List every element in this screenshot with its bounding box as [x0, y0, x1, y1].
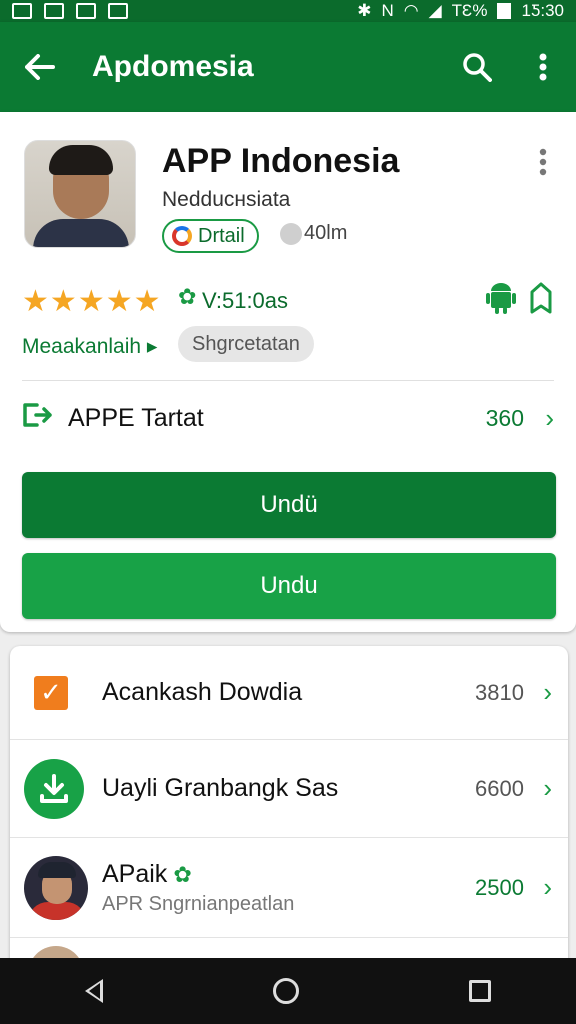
stat-value: 360: [485, 404, 524, 431]
list-item-title: APaik: [102, 859, 168, 888]
size-chip: 40lm: [280, 222, 347, 245]
nav-home-icon[interactable]: [273, 978, 299, 1004]
category-chip[interactable]: Shgrcetatan: [178, 326, 314, 362]
search-icon[interactable]: [444, 22, 510, 112]
more-vert-icon[interactable]: [510, 22, 576, 112]
download-button-secondary[interactable]: Undu: [22, 553, 556, 619]
notification-icon: [76, 3, 96, 19]
signal-icon: ◢: [428, 1, 442, 20]
download-button-primary[interactable]: Undü: [22, 472, 556, 538]
list-item-value: 3810: [475, 679, 524, 705]
app-detail-card: APP Indonesia Nedduснsiata Drtail 40lm ★…: [0, 112, 576, 632]
list-item-subtitle: APR Sngrnianpeatlan: [102, 892, 295, 915]
verified-badge-icon: ✿: [178, 284, 197, 309]
nfc-icon: N: [381, 1, 394, 20]
stat-label: APPE Tartat: [68, 403, 204, 432]
rating-stars: ★ ★ ★ ★ ★: [22, 284, 162, 319]
notification-icons: [12, 3, 128, 19]
size-label: 40lm: [304, 222, 348, 244]
avatar: [24, 855, 88, 920]
bluetooth-icon: ✱: [357, 1, 372, 20]
image-icon: [44, 3, 64, 19]
star-icon: ★: [105, 285, 134, 318]
checkbox-icon[interactable]: ✓: [34, 675, 68, 710]
install-icon: [22, 401, 68, 436]
chevron-right-icon: ›: [543, 677, 552, 707]
star-icon: ★: [77, 285, 106, 318]
more-link[interactable]: Meaakanlaih ▸: [22, 334, 157, 359]
clock: 1Ƽ:30: [521, 1, 564, 20]
verified-badge-icon: ✿: [173, 861, 192, 887]
star-icon: ★: [22, 285, 50, 318]
related-list: ✓ Acankash Dowdia 3810 › Uayli Granbangk…: [10, 646, 568, 966]
battery-icon: [497, 3, 512, 19]
nav-back-icon[interactable]: [85, 979, 103, 1003]
list-item[interactable]: ✓ Acankash Dowdia 3810 ›: [10, 646, 568, 740]
nav-recents-icon[interactable]: [469, 980, 491, 1002]
bookmark-icon[interactable]: [528, 282, 556, 314]
list-item-value: 2500: [475, 874, 524, 900]
wifi-icon: ◠: [403, 1, 419, 20]
status-bar: ✱ N ◠ ◢ TԐ% 1Ƽ:30: [0, 0, 576, 22]
arrow-back-icon[interactable]: [0, 22, 80, 112]
stat-row[interactable]: APPE Tartat 360 ›: [22, 392, 554, 444]
list-item-value: 6600: [475, 775, 524, 801]
detail-label: Drtail: [198, 224, 245, 247]
chevron-right-icon: ›: [543, 872, 552, 902]
list-item-title: Acankash Dowdia: [102, 678, 303, 706]
list-item[interactable]: APaik ✿ APR Sngrnianpeatlan 2500 ›: [10, 838, 568, 938]
developer-name[interactable]: Nedduснsiata: [162, 188, 290, 212]
download-icon: [24, 758, 84, 819]
gallery-icon: [108, 3, 128, 19]
star-icon: ★: [133, 285, 162, 318]
divider: [22, 380, 554, 381]
chevron-right-icon: ›: [543, 773, 552, 803]
chrome-icon: [172, 226, 192, 246]
app-bar: Apdomesia: [0, 22, 576, 112]
detail-badge[interactable]: Drtail: [162, 219, 259, 253]
android-icon[interactable]: [486, 282, 516, 314]
app-name: APP Indonesia: [162, 142, 400, 180]
chevron-right-icon: ▸: [141, 335, 158, 358]
chevron-right-icon: ›: [545, 402, 554, 433]
system-icons: ✱ N ◠ ◢ TԐ% 1Ƽ:30: [357, 1, 564, 21]
size-icon: [280, 222, 302, 245]
battery-percent: TԐ%: [451, 1, 488, 20]
mail-icon: [12, 3, 32, 19]
list-item-title: Uayli Granbangk Sas: [102, 774, 339, 802]
more-link-label: Meaakanlaih: [22, 335, 142, 358]
list-item[interactable]: Uayli Granbangk Sas 6600 ›: [10, 740, 568, 838]
rating-text: V:51:0as: [202, 288, 289, 313]
star-icon: ★: [49, 285, 78, 318]
system-nav-bar: [0, 958, 576, 1024]
app-avatar: [24, 140, 136, 248]
page-title: Apdomesia: [92, 50, 254, 83]
app-more-icon[interactable]: [528, 142, 558, 182]
